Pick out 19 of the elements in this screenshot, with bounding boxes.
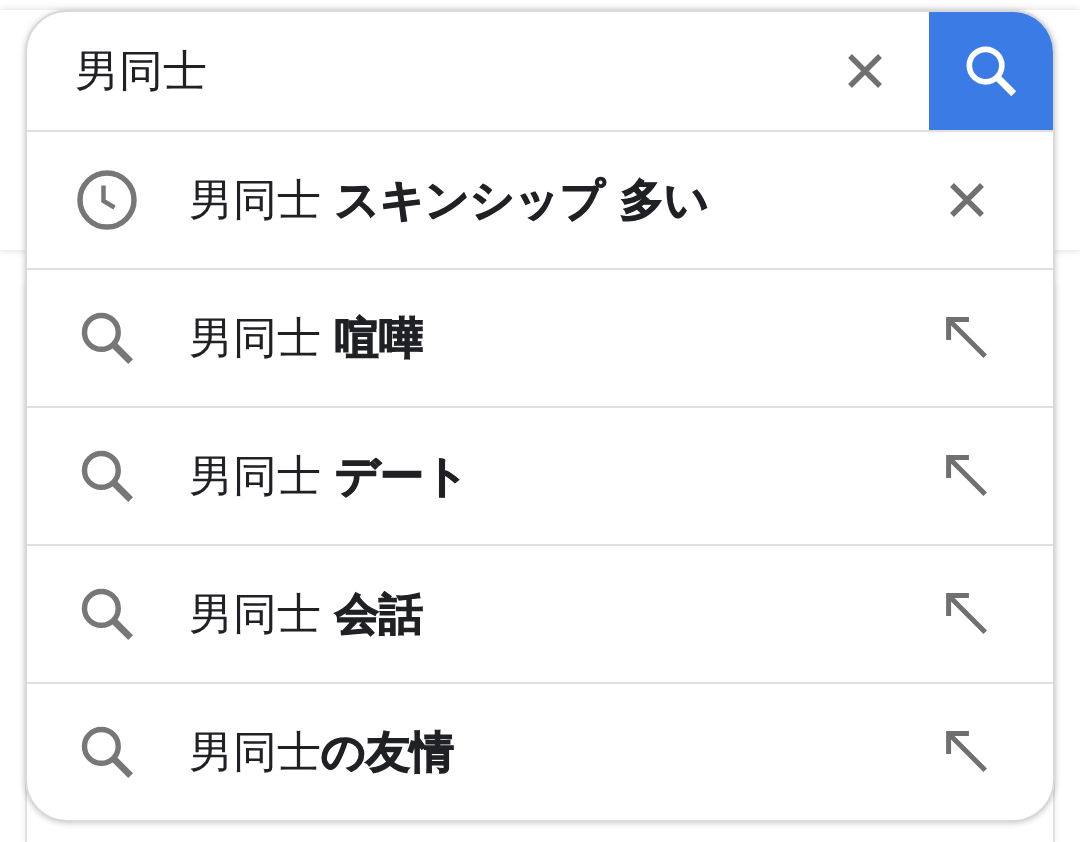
suggestion-text[interactable]: 男同士の友情 [189,722,927,782]
search-icon [80,311,134,365]
search-icon [80,449,134,503]
search-field[interactable]: 男同士 [75,36,825,106]
suggestion-text[interactable]: 男同士 スキンシップ 多い [189,170,927,230]
search-icon [965,45,1017,97]
arrow-up-left-icon [944,591,990,637]
arrow-up-left-icon [944,729,990,775]
suggestion-text[interactable]: 男同士 会話 [189,584,927,644]
search-icon [80,725,134,779]
suggestion-text[interactable]: 男同士 デート [189,446,927,506]
close-icon [949,182,985,218]
close-icon [847,53,883,89]
search-icon [80,587,134,641]
search-button[interactable] [929,12,1053,130]
arrow-up-left-icon [944,315,990,361]
suggestion-text[interactable]: 男同士 喧嘩 [189,308,927,368]
arrow-up-left-icon [944,453,990,499]
clock-icon [77,170,137,230]
